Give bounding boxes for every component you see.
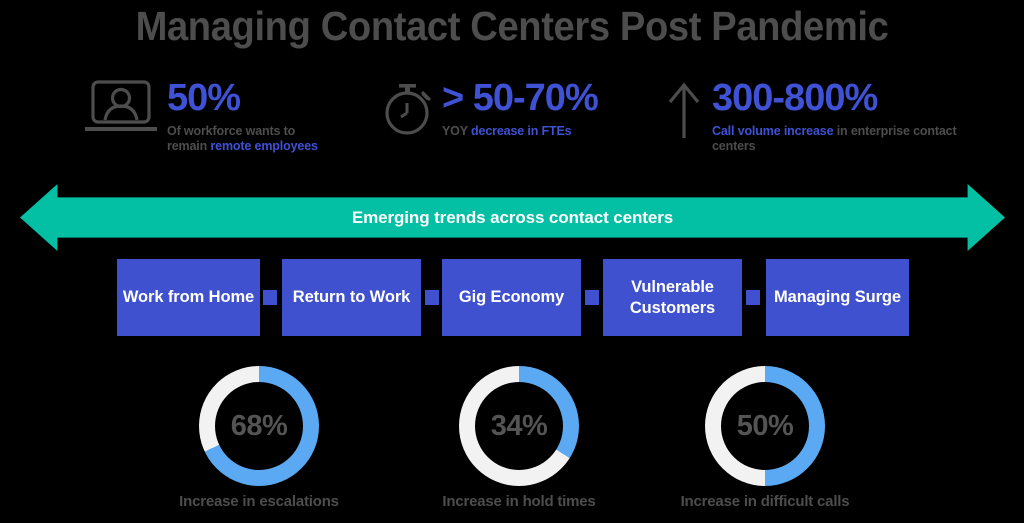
donut-center: 68% (215, 382, 303, 470)
stat-value-remote-workforce: 50% (167, 77, 241, 119)
stat-desc-remote-workforce: Of workforce wants to remain remote empl… (167, 124, 367, 154)
stat-desc-fte-decrease: YOY decrease in FTEs (442, 124, 662, 139)
up-arrow-icon (662, 80, 706, 147)
donut-center: 50% (721, 382, 809, 470)
donut-center: 34% (475, 382, 563, 470)
stat-desc-call-volume: Call volume increase in enterprise conta… (712, 124, 1002, 154)
stat-desc-prefix: YOY (442, 124, 472, 138)
donut-ring: 50% (705, 366, 825, 486)
donut-chart-escalations: 68% Increase in escalations (179, 366, 339, 510)
trend-box-label: Gig Economy (458, 288, 565, 306)
stat-body-remote-workforce: 50% Of workforce wants to remain remote … (167, 78, 367, 154)
trend-connector (263, 290, 277, 305)
trend-box-work-from-home[interactable]: Work from Home (117, 259, 260, 336)
trend-connector (746, 290, 760, 305)
trend-box-label: Return to Work (292, 288, 411, 306)
stat-desc-line2: remain (167, 139, 211, 153)
infographic-canvas: Managing Contact Centers Post Pandemic 5… (0, 0, 1024, 523)
stat-body-call-volume: 300-800% Call volume increase in enterpr… (712, 78, 1002, 154)
emerging-trends-banner: Emerging trends across contact centers (20, 184, 1005, 251)
stat-value-call-volume: 300-800% (712, 77, 878, 119)
donut-chart-hold-times: 34% Increase in hold times (442, 366, 596, 510)
donut-ring: 68% (199, 366, 319, 486)
trend-box-managing-surge[interactable]: Managing Surge (766, 259, 909, 336)
stat-desc-highlight: remote employees (210, 139, 318, 153)
trend-box-vulnerable-customers[interactable]: Vulnerable Customers (603, 259, 742, 336)
donut-caption-difficult-calls: Increase in difficult calls (680, 493, 850, 510)
trend-box-label: Work from Home (122, 288, 255, 306)
stat-body-fte-decrease: > 50-70% YOY decrease in FTEs (442, 78, 662, 139)
donut-caption-hold-times: Increase in hold times (442, 493, 596, 510)
page-title: Managing Contact Centers Post Pandemic (135, 3, 889, 49)
donut-value-label: 34% (490, 409, 548, 442)
stopwatch-icon (382, 80, 438, 143)
trend-box-label: Vulnerable Customers (629, 277, 716, 317)
stat-desc-highlight: decrease in FTEs (471, 124, 572, 138)
trend-box-return-to-work[interactable]: Return to Work (282, 259, 421, 336)
laptop-person-icon (85, 80, 157, 141)
donut-ring: 34% (459, 366, 579, 486)
donut-chart-difficult-calls: 50% Increase in difficult calls (681, 366, 850, 510)
trend-box-gig-economy[interactable]: Gig Economy (442, 259, 581, 336)
trend-box-label: Managing Surge (774, 288, 901, 306)
stat-desc-line1: Of workforce wants to (167, 124, 296, 138)
donut-value-label: 50% (736, 409, 794, 442)
donut-caption-escalations: Increase in escalations (179, 493, 339, 510)
trend-box-row: Work from Home Return to Work Gig Econom… (117, 259, 909, 336)
banner-label: Emerging trends across contact centers (351, 207, 674, 227)
donut-value-label: 68% (230, 409, 288, 442)
stat-desc-highlight: Call volume increase (712, 124, 834, 138)
trend-connector (425, 290, 439, 305)
stat-value-fte-decrease: > 50-70% (442, 77, 599, 119)
trend-connector (585, 290, 599, 305)
